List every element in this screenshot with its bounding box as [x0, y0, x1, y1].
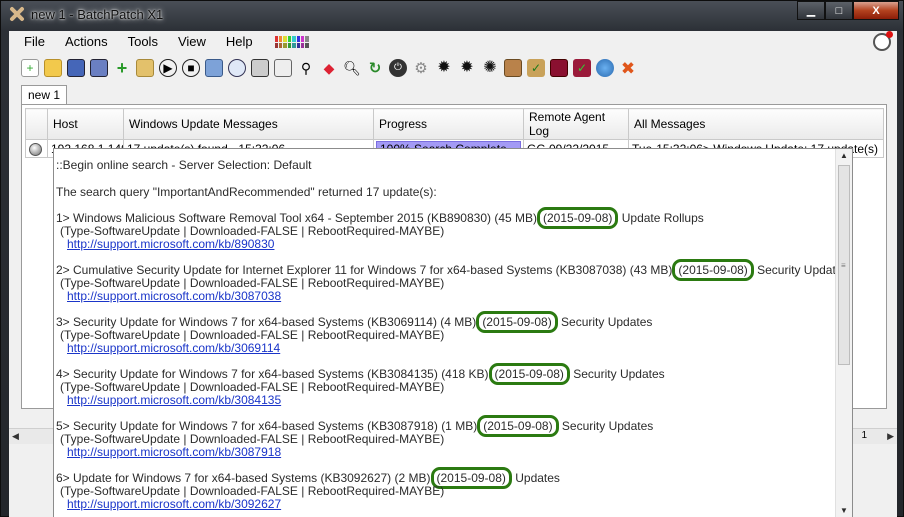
update-link-1[interactable]: http://support.microsoft.com/kb/890830	[67, 237, 274, 251]
update-link-4[interactable]: http://support.microsoft.com/kb/3084135	[67, 393, 281, 407]
popup-query-line: The search query "ImportantAndRecommende…	[56, 185, 437, 199]
schedule-icon[interactable]	[228, 59, 246, 77]
scroll-left-icon[interactable]: ◀	[12, 431, 19, 442]
column-header-remote-agent-log[interactable]: Remote Agent Log	[523, 108, 629, 140]
box-icon[interactable]	[504, 59, 522, 77]
stop-icon[interactable]: ■	[182, 59, 200, 77]
new-icon[interactable]: +	[21, 59, 39, 77]
update-meta-4: (Type-SoftwareUpdate | Downloaded-FALSE …	[60, 380, 445, 394]
scheduler-clock-icon[interactable]	[873, 31, 893, 51]
group-icon[interactable]	[136, 59, 154, 77]
refresh-icon[interactable]: ↻	[366, 59, 384, 77]
check-icon[interactable]: ✓	[527, 59, 545, 77]
toolbar: + + ▶ ■ ⚲ ◆ 🔍︎ ↻ ⏻ ⚙ ✹ ✹ ✺ ✓ ✓ ✖	[21, 57, 637, 79]
update-line-4: 4> Security Update for Windows 7 for x64…	[56, 363, 665, 385]
update-meta-2: (Type-SoftwareUpdate | Downloaded-FALSE …	[60, 276, 445, 290]
update-line-3: 3> Security Update for Windows 7 for x64…	[56, 311, 652, 333]
date-highlight: (2015-09-08)	[476, 311, 558, 333]
messages-tooltip: ::Begin online search - Server Selection…	[53, 148, 853, 517]
update-line-5: 5> Security Update for Windows 7 for x64…	[56, 415, 653, 437]
cancel-icon[interactable]: ✖	[619, 59, 637, 77]
batchpatch-logo-icon	[10, 7, 24, 21]
update-line-1: 1> Windows Malicious Software Removal To…	[56, 207, 704, 229]
play-icon[interactable]: ▶	[159, 59, 177, 77]
globe-icon[interactable]	[596, 59, 614, 77]
menu-view[interactable]: View	[168, 31, 216, 53]
wheel-icon[interactable]: ✹	[435, 59, 453, 77]
maximize-button[interactable]: □	[825, 1, 853, 20]
diamond-icon[interactable]: ◆	[320, 59, 338, 77]
save-all-icon[interactable]	[90, 59, 108, 77]
update-line-6: 6> Update for Windows 7 for x64-based Sy…	[56, 467, 560, 489]
popup-header: ::Begin online search - Server Selection…	[56, 158, 312, 172]
update-link-5[interactable]: http://support.microsoft.com/kb/3087918	[67, 445, 281, 459]
title-bar[interactable]: new 1 - BatchPatch X1 ▁ □ X	[1, 1, 904, 29]
search-icon[interactable]: 🔍︎	[343, 59, 361, 77]
wheel2-icon[interactable]: ✹	[458, 59, 476, 77]
scroll-right-icon[interactable]: ▶	[887, 431, 894, 442]
open-icon[interactable]	[44, 59, 62, 77]
page-number: 1	[861, 430, 867, 441]
gear-icon[interactable]: ⚙	[412, 59, 430, 77]
queue-icon[interactable]	[274, 59, 292, 77]
power-icon[interactable]: ⏻	[389, 59, 407, 77]
app-window: new 1 - BatchPatch X1 ▁ □ X File Actions…	[0, 0, 904, 517]
date-highlight: (2015-09-08)	[672, 259, 754, 281]
update-meta-5: (Type-SoftwareUpdate | Downloaded-FALSE …	[60, 432, 445, 446]
window-title: new 1 - BatchPatch X1	[31, 7, 164, 22]
sun-icon[interactable]: ✺	[481, 59, 499, 77]
close-button[interactable]: X	[853, 1, 899, 20]
menu-tools[interactable]: Tools	[118, 31, 168, 53]
scroll-down-icon[interactable]: ▼	[840, 506, 848, 515]
grid-view-icon[interactable]	[274, 36, 309, 48]
computer-icon[interactable]	[251, 59, 269, 77]
menu-help[interactable]: Help	[216, 31, 263, 53]
monitor-icon[interactable]: ✓	[573, 59, 591, 77]
save-icon[interactable]	[67, 59, 85, 77]
column-header-host[interactable]: Host	[47, 108, 124, 140]
menu-file[interactable]: File	[9, 31, 55, 53]
popup-vertical-scrollbar[interactable]: ▲ ≡ ▼	[835, 149, 852, 517]
pin-icon[interactable]: ⚲	[297, 59, 315, 77]
menu-bar: File Actions Tools View Help	[9, 31, 897, 53]
scroll-grip-icon: ≡	[841, 261, 846, 270]
deploy-icon[interactable]	[205, 59, 223, 77]
column-header-status[interactable]	[25, 108, 48, 140]
row-status-cell[interactable]	[25, 139, 48, 158]
date-highlight: (2015-09-08)	[477, 415, 559, 437]
update-link-6[interactable]: http://support.microsoft.com/kb/3092627	[67, 497, 281, 511]
update-meta-1: (Type-SoftwareUpdate | Downloaded-FALSE …	[60, 224, 445, 238]
column-header-windows-update-messages[interactable]: Windows Update Messages	[123, 108, 374, 140]
add-icon[interactable]: +	[113, 59, 131, 77]
column-header-progress[interactable]: Progress	[373, 108, 524, 140]
scroll-up-icon[interactable]: ▲	[840, 151, 848, 160]
tab-new-1[interactable]: new 1	[21, 85, 67, 105]
status-dot-icon	[29, 142, 42, 156]
update-link-2[interactable]: http://support.microsoft.com/kb/3087038	[67, 289, 281, 303]
update-line-2: 2> Cumulative Security Update for Intern…	[56, 259, 849, 281]
column-header-all-messages[interactable]: All Messages	[628, 108, 884, 140]
grid-header-row: Host Windows Update Messages Progress Re…	[25, 108, 884, 140]
update-meta-3: (Type-SoftwareUpdate | Downloaded-FALSE …	[60, 328, 445, 342]
date-highlight: (2015-09-08)	[488, 363, 570, 385]
minimize-button[interactable]: ▁	[797, 1, 825, 20]
update-meta-6: (Type-SoftwareUpdate | Downloaded-FALSE …	[60, 484, 445, 498]
date-highlight: (2015-09-08)	[537, 207, 619, 229]
menu-actions[interactable]: Actions	[55, 31, 118, 53]
photo-icon[interactable]	[550, 59, 568, 77]
update-link-3[interactable]: http://support.microsoft.com/kb/3069114	[67, 341, 280, 355]
